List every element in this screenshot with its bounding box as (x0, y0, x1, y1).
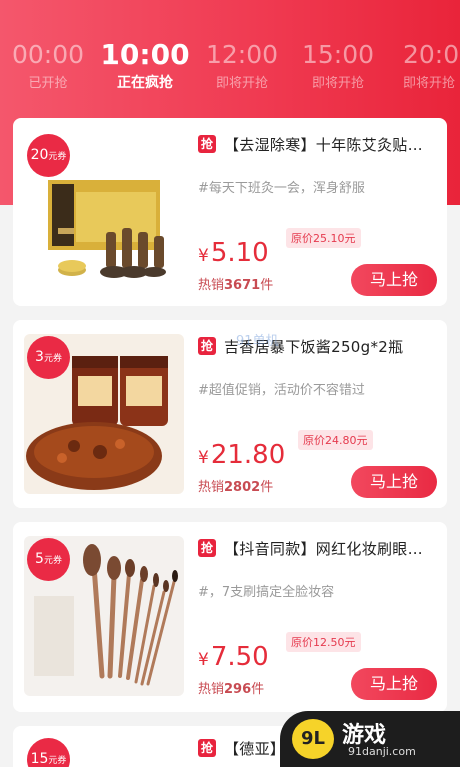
product-title[interactable]: 【去湿除寒】十年陈艾灸贴… (224, 134, 423, 155)
product-info: 抢 吉香居暴下饭酱250g*2瓶 #超值促销，活动价不容错过 ¥21.80 原价… (198, 334, 437, 508)
coupon-badge: 15元券 (27, 738, 70, 767)
tab-state: 正在疯抢 (117, 75, 173, 91)
product-info: 抢 【去湿除寒】十年陈艾灸贴… #每天下班灸一会，浑身舒服 ¥5.10 原价25… (198, 132, 437, 306)
logo-mark-icon: 9L (292, 719, 334, 759)
price-row: ¥21.80 原价24.80元 (198, 430, 447, 470)
original-price: 原价24.80元 (298, 430, 373, 450)
sales-count: 热销2802件 (198, 480, 274, 495)
tab-2000[interactable]: 20:00 即将开抢 (385, 38, 460, 91)
product-card[interactable]: 5元券 抢 【抖音同款】网红化妆刷眼… #，7支刷搞定全脸妆容 ¥7.50 原价… (13, 522, 447, 712)
product-info: 抢 【抖音同款】网红化妆刷眼… #，7支刷搞定全脸妆容 ¥7.50 原价12.5… (198, 536, 437, 712)
coupon-badge: 3元券 (27, 336, 70, 379)
tab-0000[interactable]: 00:00 已开抢 (0, 38, 98, 91)
product-desc: #每天下班灸一会，浑身舒服 (198, 181, 365, 196)
tab-state: 即将开抢 (311, 76, 364, 91)
product-card[interactable]: 3元券 抢 吉香居暴下饭酱250g*2瓶 #超值促销，活动价不容错过 ¥21.8… (13, 320, 447, 508)
coupon-badge: 20元券 (27, 134, 70, 177)
tab-1000[interactable]: 10:00 正在疯抢 (95, 38, 195, 92)
tab-time: 10:00 (100, 38, 190, 71)
price-row: ¥7.50 原价12.50元 (198, 632, 447, 672)
tab-1200[interactable]: 12:00 即将开抢 (192, 38, 292, 91)
current-price: ¥7.50 (198, 642, 269, 672)
tab-time: 12:00 (205, 40, 279, 69)
product-desc: #，7支刷搞定全脸妆容 (198, 585, 335, 600)
flash-sale-badge: 抢 (198, 337, 216, 355)
tab-1500[interactable]: 15:00 即将开抢 (288, 38, 388, 91)
buy-now-button[interactable]: 马上抢 (351, 466, 437, 498)
sales-count: 热销296件 (198, 682, 265, 697)
flash-sale-badge: 抢 (198, 135, 216, 153)
product-title[interactable]: 【抖音同款】网红化妆刷眼… (224, 538, 423, 559)
sales-count: 热销3671件 (198, 278, 274, 293)
tab-time: 00:00 (11, 40, 85, 69)
buy-now-button[interactable]: 马上抢 (351, 668, 437, 700)
tab-state: 即将开抢 (215, 76, 268, 91)
flash-sale-badge: 抢 (198, 539, 216, 557)
current-price: ¥5.10 (198, 238, 269, 268)
flash-sale-badge: 抢 (198, 739, 216, 757)
tab-time: 15:00 (301, 40, 375, 69)
tab-state: 即将开抢 (403, 76, 456, 91)
product-desc: #超值促销，活动价不容错过 (198, 383, 365, 398)
original-price: 原价12.50元 (286, 632, 361, 652)
current-price: ¥21.80 (198, 440, 286, 470)
tab-state: 已开抢 (28, 76, 68, 91)
watermark-logo: 9L 游戏 91danji.com (280, 711, 460, 767)
buy-now-button[interactable]: 马上抢 (351, 264, 437, 296)
coupon-badge: 5元券 (27, 538, 70, 581)
logo-url: 91danji.com (348, 745, 416, 758)
product-card[interactable]: 20元券 抢 【去湿除寒】十年陈艾灸贴… #每天下班灸一会，浑身舒服 ¥5.10… (13, 118, 447, 306)
tab-time: 20:00 (403, 40, 460, 69)
watermark-center: 91单机 (236, 334, 279, 349)
time-tabs: 00:00 已开抢 10:00 正在疯抢 12:00 即将开抢 15:00 即将… (0, 38, 460, 98)
original-price: 原价25.10元 (286, 228, 361, 248)
price-row: ¥5.10 原价25.10元 (198, 228, 447, 268)
